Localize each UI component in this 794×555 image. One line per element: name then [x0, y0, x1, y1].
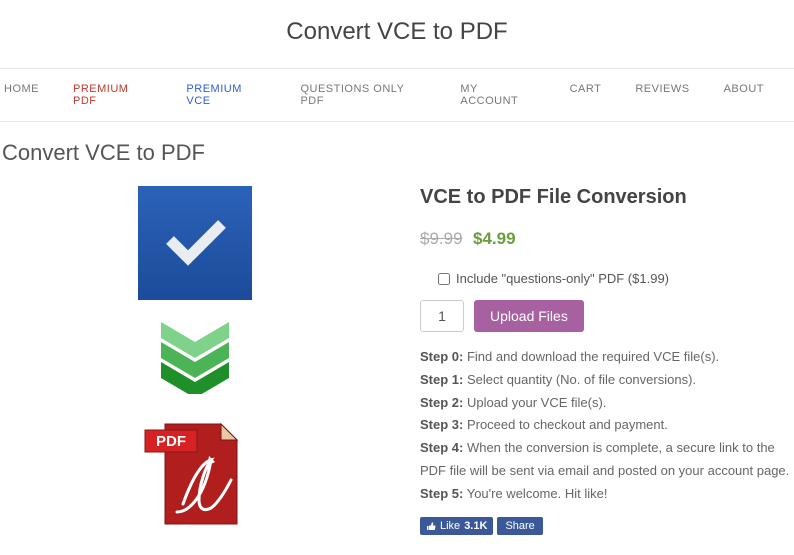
step-label: Step 3:: [420, 417, 463, 432]
nav-premium-pdf[interactable]: PREMIUM PDF: [69, 69, 168, 121]
pdf-icon: PDF: [141, 416, 249, 533]
svg-text:PDF: PDF: [156, 433, 186, 450]
fb-share-button[interactable]: Share: [497, 517, 542, 535]
vce-icon: [138, 186, 252, 300]
site-title: Convert VCE to PDF: [0, 0, 794, 68]
down-chevrons-icon: [155, 322, 235, 394]
step-text: Proceed to checkout and payment.: [463, 417, 668, 432]
upload-files-button[interactable]: Upload Files: [474, 300, 584, 332]
product-details: VCE to PDF File Conversion $9.99 $4.99 I…: [420, 176, 794, 535]
main-nav: HOME PREMIUM PDF PREMIUM VCE QUESTIONS ONLY…: [0, 68, 794, 122]
questions-only-checkbox[interactable]: [438, 273, 450, 285]
buy-row: Upload Files: [420, 300, 794, 332]
step-row: Step 1: Select quantity (No. of file con…: [420, 369, 794, 392]
step-row: Step 3: Proceed to checkout and payment.: [420, 414, 794, 437]
nav-cart[interactable]: CART: [566, 69, 618, 121]
nav-my-account[interactable]: MY ACCOUNT: [456, 69, 551, 121]
new-price: $4.99: [473, 229, 516, 248]
product-title: VCE to PDF File Conversion: [420, 186, 794, 209]
nav-reviews[interactable]: REVIEWS: [631, 69, 705, 121]
step-row: Step 4: When the conversion is complete,…: [420, 437, 794, 483]
quantity-input[interactable]: [420, 300, 464, 332]
page-title: Convert VCE to PDF: [0, 122, 794, 176]
old-price: $9.99: [420, 229, 463, 248]
step-text: Select quantity (No. of file conversions…: [463, 372, 696, 387]
thumbs-up-icon: [426, 521, 436, 531]
fb-like-button[interactable]: Like 3.1K: [420, 517, 493, 535]
product-images: PDF: [0, 176, 390, 535]
step-label: Step 5:: [420, 486, 463, 501]
step-row: Step 5: You're welcome. Hit like!: [420, 483, 794, 506]
price: $9.99 $4.99: [420, 229, 794, 249]
step-label: Step 2:: [420, 395, 463, 410]
nav-questions-only-pdf[interactable]: QUESTIONS ONLY PDF: [296, 69, 442, 121]
option-label: Include "questions-only" PDF ($1.99): [456, 271, 669, 286]
steps-list: Step 0: Find and download the required V…: [420, 346, 794, 505]
nav-home[interactable]: HOME: [0, 69, 55, 121]
option-questions-only[interactable]: Include "questions-only" PDF ($1.99): [420, 271, 794, 286]
step-label: Step 0:: [420, 349, 463, 364]
step-row: Step 2: Upload your VCE file(s).: [420, 392, 794, 415]
content: PDF VCE to PDF File Conversion $9.99 $4.…: [0, 176, 794, 555]
nav-premium-vce[interactable]: PREMIUM VCE: [182, 69, 282, 121]
step-text: You're welcome. Hit like!: [463, 486, 607, 501]
step-text: Upload your VCE file(s).: [463, 395, 606, 410]
step-label: Step 4:: [420, 440, 463, 455]
fb-like-label: Like: [440, 520, 460, 532]
nav-about[interactable]: ABOUT: [720, 69, 780, 121]
fb-buttons: Like 3.1K Share: [420, 517, 794, 535]
step-row: Step 0: Find and download the required V…: [420, 346, 794, 369]
step-label: Step 1:: [420, 372, 463, 387]
step-text: When the conversion is complete, a secur…: [420, 440, 789, 478]
step-text: Find and download the required VCE file(…: [463, 349, 719, 364]
fb-like-count: 3.1K: [464, 520, 487, 532]
